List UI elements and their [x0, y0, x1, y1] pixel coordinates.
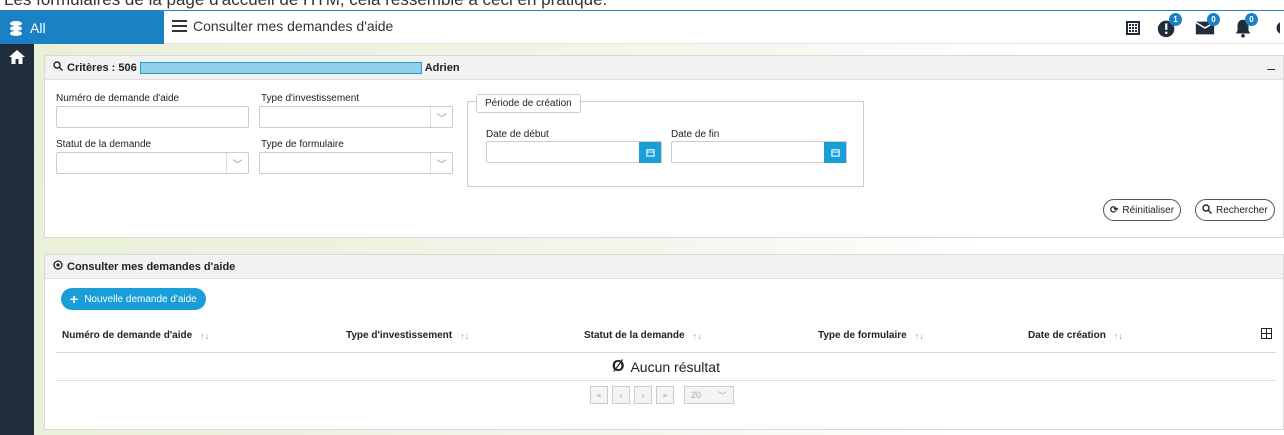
- refresh-icon: ⟳: [1110, 204, 1119, 216]
- search-label: Rechercher: [1216, 204, 1268, 216]
- first-page-button[interactable]: «: [590, 386, 608, 404]
- next-page-button[interactable]: ›: [634, 386, 652, 404]
- new-request-label: Nouvelle demande d'aide: [84, 293, 197, 305]
- type-form-select[interactable]: ﹀: [259, 152, 453, 174]
- search-button[interactable]: Rechercher: [1195, 199, 1275, 221]
- notifications-button[interactable]: 0: [1232, 12, 1258, 39]
- sort-icon: ↑↓: [1113, 330, 1123, 341]
- home-icon[interactable]: [9, 50, 25, 64]
- criteria-title-suffix: Adrien: [424, 61, 460, 74]
- new-request-button[interactable]: + Nouvelle demande d'aide: [61, 288, 206, 310]
- target-icon: [53, 260, 63, 273]
- messages-button[interactable]: 0: [1194, 12, 1220, 39]
- col-statut[interactable]: Statut de la demande ↑↓: [584, 330, 702, 341]
- criteria-title-prefix: Critères : 506: [67, 61, 137, 74]
- page-size-select[interactable]: 20 ﹀: [684, 386, 734, 404]
- type-invest-label: Type d'investissement: [261, 93, 360, 104]
- col-type-invest-label: Type d'investissement: [346, 330, 453, 341]
- criteria-panel-header[interactable]: Critères : 506 Adrien –: [45, 56, 1283, 80]
- sort-icon: ↑↓: [200, 330, 210, 341]
- date-fin-label: Date de fin: [671, 129, 720, 140]
- empty-results-text: Aucun résultat: [630, 358, 720, 375]
- search-icon: [53, 61, 63, 74]
- left-rail: [0, 44, 34, 435]
- menu-toggle[interactable]: Consulter mes demandes d'aide: [172, 18, 393, 34]
- statut-select[interactable]: ﹀: [56, 152, 249, 174]
- database-icon: [10, 20, 22, 36]
- col-type-form-label: Type de formulaire: [818, 330, 907, 341]
- calendar-icon[interactable]: [824, 142, 846, 163]
- table-header: Numéro de demande d'aide ↑↓ Type d'invest…: [56, 321, 1276, 353]
- page-size-value: 20: [691, 390, 702, 400]
- date-debut-input[interactable]: [486, 141, 662, 163]
- sort-icon: ↑↓: [692, 330, 702, 341]
- empty-set-icon: Ø: [612, 357, 625, 375]
- date-debut-label: Date de début: [486, 129, 549, 140]
- caption-strip: Les formulaires de la page d'accueil de …: [0, 0, 1284, 10]
- numero-label: Numéro de demande d'aide: [56, 93, 180, 104]
- col-numero[interactable]: Numéro de demande d'aide ↑↓: [62, 330, 209, 341]
- column-toggle-icon[interactable]: [1261, 328, 1272, 339]
- col-type-form[interactable]: Type de formulaire ↑↓: [818, 330, 924, 341]
- prev-page-button[interactable]: ‹: [612, 386, 630, 404]
- notifications-badge: 0: [1245, 12, 1258, 26]
- alerts-badge: 1: [1169, 12, 1182, 26]
- app-switcher-label: All: [30, 19, 46, 36]
- col-date-creation-label: Date de création: [1028, 330, 1106, 341]
- periode-legend: Période de création: [476, 94, 581, 113]
- gear-icon: [1276, 21, 1280, 34]
- statut-label: Statut de la demande: [56, 139, 152, 150]
- type-form-label: Type de formulaire: [261, 139, 344, 150]
- plus-icon: +: [70, 291, 79, 307]
- search-icon: [1202, 203, 1212, 217]
- menu-title: Consulter mes demandes d'aide: [193, 18, 394, 34]
- numero-input[interactable]: [56, 106, 249, 128]
- type-invest-select[interactable]: ﹀: [259, 106, 453, 128]
- last-page-button[interactable]: »: [656, 386, 674, 404]
- chevron-down-icon: ﹀: [430, 107, 452, 127]
- date-fin-input[interactable]: [671, 141, 847, 163]
- reset-label: Réinitialiser: [1122, 204, 1175, 216]
- paginator: « ‹ › » 20 ﹀: [590, 386, 734, 404]
- top-right-actions: 1 0 0: [1126, 11, 1284, 44]
- reset-button[interactable]: ⟳ Réinitialiser: [1103, 199, 1182, 221]
- col-type-invest[interactable]: Type d'investissement ↑↓: [346, 330, 469, 341]
- results-panel-header: Consulter mes demandes d'aide: [45, 255, 1283, 279]
- app-switcher[interactable]: All: [0, 11, 164, 44]
- col-numero-label: Numéro de demande d'aide: [62, 330, 193, 341]
- chevron-down-icon: ﹀: [226, 153, 248, 173]
- alerts-button[interactable]: 1: [1156, 12, 1182, 39]
- top-bar: All Consulter mes demandes d'aide 1 0 0: [0, 10, 1284, 44]
- redaction-mask: [139, 61, 422, 74]
- sort-icon: ↑↓: [914, 330, 924, 341]
- hamburger-icon: [172, 20, 187, 32]
- chevron-down-icon: ﹀: [430, 153, 452, 173]
- chevron-down-icon: ﹀: [717, 390, 727, 401]
- settings-button[interactable]: [1270, 17, 1280, 39]
- caption-text: Les formulaires de la page d'accueil de …: [4, 0, 607, 10]
- collapse-button[interactable]: –: [1267, 60, 1275, 76]
- sort-icon: ↑↓: [460, 330, 470, 341]
- apps-grid-icon[interactable]: [1126, 20, 1140, 35]
- results-title: Consulter mes demandes d'aide: [67, 260, 236, 273]
- messages-badge: 0: [1207, 12, 1220, 26]
- calendar-icon[interactable]: [639, 142, 661, 163]
- empty-results-row: Ø Aucun résultat: [56, 353, 1276, 381]
- col-date-creation[interactable]: Date de création ↑↓: [1028, 330, 1123, 341]
- col-statut-label: Statut de la demande: [584, 330, 685, 341]
